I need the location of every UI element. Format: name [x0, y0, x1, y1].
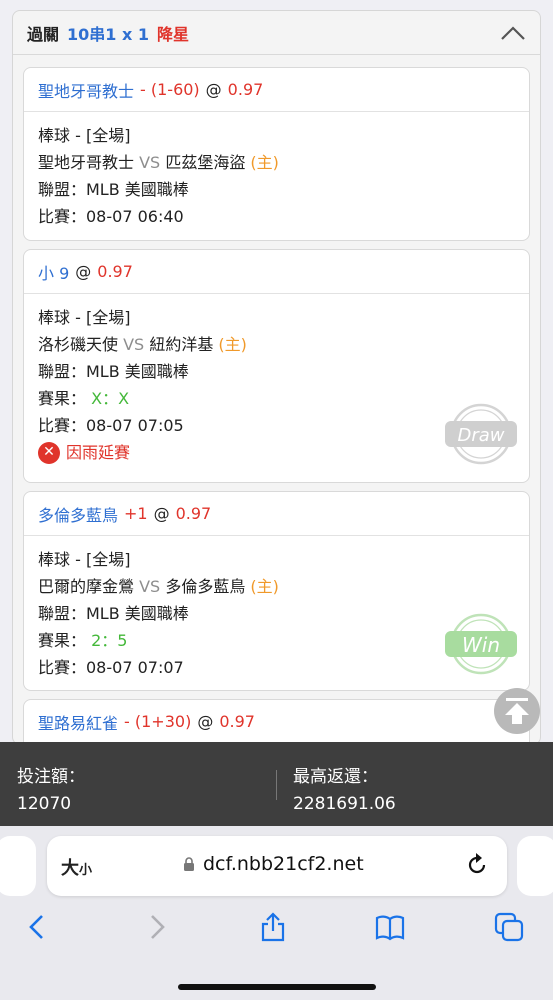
stake-value: 12070 — [17, 794, 72, 814]
league-line: 聯盟：MLB 美國職棒 — [38, 362, 189, 381]
vs-label: VS — [139, 153, 161, 172]
match-time-line: 比賽：08-07 07:05 — [38, 416, 184, 435]
team-home: 匹茲堡海盜 — [165, 153, 246, 172]
previous-tab-preview[interactable] — [0, 836, 36, 896]
bet-pick: 聖地牙哥教士 — [38, 81, 135, 101]
draw-stamp: Draw — [445, 403, 517, 465]
home-tag: (主) — [218, 335, 247, 354]
result-line: 賽果： X：X — [38, 385, 515, 412]
match-time-line: 比賽：08-07 07:07 — [38, 658, 184, 677]
bet-odds: 0.97 — [219, 712, 255, 731]
team-away: 巴爾的摩金鶯 — [38, 577, 135, 596]
bet-at: @ — [197, 712, 214, 731]
share-icon[interactable] — [258, 912, 288, 942]
bet-pick: 小 9 — [38, 263, 70, 283]
stake-block: 投注額： 12070 — [17, 764, 85, 818]
bet-at: @ — [153, 504, 170, 523]
bet-summary-bar: 投注額： 12070 最高返還： 2281691.06 — [0, 742, 553, 826]
next-tab-preview[interactable] — [517, 836, 553, 896]
result-value: 2：5 — [91, 631, 128, 650]
parlay-action: 降星 — [157, 24, 190, 44]
bet-at: @ — [205, 80, 222, 99]
bet-pick-header: 聖路易紅雀 - (1+30) @ 0.97 — [24, 700, 529, 744]
bet-card: 多倫多藍鳥 +1 @ 0.97 棒球 - [全場] 巴爾的摩金鶯 VS 多倫多藍… — [23, 491, 530, 691]
safari-bottom-bar: 大小 dcf.nbb21cf2.net — [0, 826, 553, 1000]
bet-card: 聖地牙哥教士 - (1-60) @ 0.97 棒球 - [全場] 聖地牙哥教士 … — [23, 67, 530, 241]
matchup-line: 巴爾的摩金鶯 VS 多倫多藍鳥 (主) — [38, 573, 515, 600]
stamp-text: Win — [462, 633, 500, 657]
bet-odds: 0.97 — [227, 80, 264, 99]
sport-line: 棒球 - [全場] — [38, 550, 131, 569]
matchup-line: 聖地牙哥教士 VS 匹茲堡海盜 (主) — [38, 149, 515, 176]
home-tag: (主) — [250, 577, 279, 596]
bet-card: 聖路易紅雀 - (1+30) @ 0.97 — [23, 699, 530, 744]
text-size-big: 大 — [61, 858, 79, 879]
bet-odds: 0.97 — [97, 262, 133, 281]
league-line: 聯盟：MLB 美國職棒 — [38, 180, 189, 199]
bet-pick-header: 多倫多藍鳥 +1 @ 0.97 — [24, 492, 529, 536]
match-time-line: 比賽：08-07 06:40 — [38, 207, 184, 226]
reload-icon[interactable] — [465, 852, 489, 878]
bet-odds: 0.97 — [175, 504, 212, 523]
bet-handicap: - (1-60) — [140, 80, 200, 99]
bet-handicap: +1 — [124, 504, 148, 523]
team-away: 聖地牙哥教士 — [38, 153, 135, 172]
url-display[interactable]: dcf.nbb21cf2.net — [183, 853, 364, 875]
league-line: 聯盟：MLB 美國職棒 — [38, 604, 189, 623]
result-label: 賽果： — [38, 389, 87, 408]
vs-label: VS — [123, 335, 145, 354]
scroll-to-top-button[interactable] — [494, 688, 540, 734]
bet-pick-header: 聖地牙哥教士 - (1-60) @ 0.97 — [24, 68, 529, 112]
tabs-icon[interactable] — [494, 912, 524, 942]
stake-label: 投注額： — [17, 767, 85, 787]
chevron-up-icon[interactable] — [500, 23, 526, 43]
parlay-header[interactable]: 過關 10串1 x 1 降星 — [13, 11, 540, 55]
postponed-status: ✕ 因雨延賽 — [38, 439, 515, 466]
sport-line: 棒球 - [全場] — [38, 308, 131, 327]
matchup-line: 洛杉磯天使 VS 紐約洋基 (主) — [38, 331, 515, 358]
arrow-up-icon — [505, 698, 529, 724]
team-home: 多倫多藍鳥 — [165, 577, 246, 596]
divider — [276, 770, 277, 800]
parlay-panel: 過關 10串1 x 1 降星 聖地牙哥教士 - (1-60) @ 0.97 棒球… — [12, 10, 541, 745]
win-stamp: Win — [445, 613, 517, 675]
result-line: 賽果： 2：5 — [38, 627, 515, 654]
max-return-label: 最高返還： — [293, 767, 378, 787]
home-indicator — [178, 984, 376, 990]
bookmarks-icon[interactable] — [375, 912, 405, 942]
back-icon[interactable] — [22, 912, 52, 942]
forward-icon[interactable] — [142, 912, 172, 942]
address-bar[interactable]: 大小 dcf.nbb21cf2.net — [47, 836, 507, 896]
text-size-button[interactable]: 大小 — [61, 854, 92, 880]
result-value: X：X — [91, 389, 130, 408]
sport-line: 棒球 - [全場] — [38, 126, 131, 145]
postponed-text: 因雨延賽 — [66, 443, 131, 462]
max-return-value: 2281691.06 — [293, 794, 396, 814]
vs-label: VS — [139, 577, 161, 596]
bet-pick: 聖路易紅雀 — [38, 713, 119, 733]
parlay-combo: 10串1 x 1 — [67, 24, 150, 44]
lock-icon — [184, 857, 194, 871]
result-label: 賽果： — [38, 631, 87, 650]
close-circle-icon: ✕ — [38, 441, 60, 464]
text-size-small: 小 — [79, 863, 93, 878]
team-home: 紐約洋基 — [149, 335, 214, 354]
stamp-text: Draw — [457, 425, 504, 446]
home-tag: (主) — [250, 153, 279, 172]
team-away: 洛杉磯天使 — [38, 335, 119, 354]
bet-at: @ — [75, 262, 92, 281]
bet-pick-header: 小 9 @ 0.97 — [24, 250, 529, 294]
bet-pick: 多倫多藍鳥 — [38, 505, 119, 525]
parlay-label: 過關 — [27, 24, 60, 44]
bet-handicap: - (1+30) — [124, 712, 192, 731]
max-return-block: 最高返還： 2281691.06 — [293, 764, 396, 818]
url-text: dcf.nbb21cf2.net — [203, 853, 364, 875]
bet-card: 小 9 @ 0.97 棒球 - [全場] 洛杉磯天使 VS 紐約洋基 (主) 聯… — [23, 249, 530, 483]
